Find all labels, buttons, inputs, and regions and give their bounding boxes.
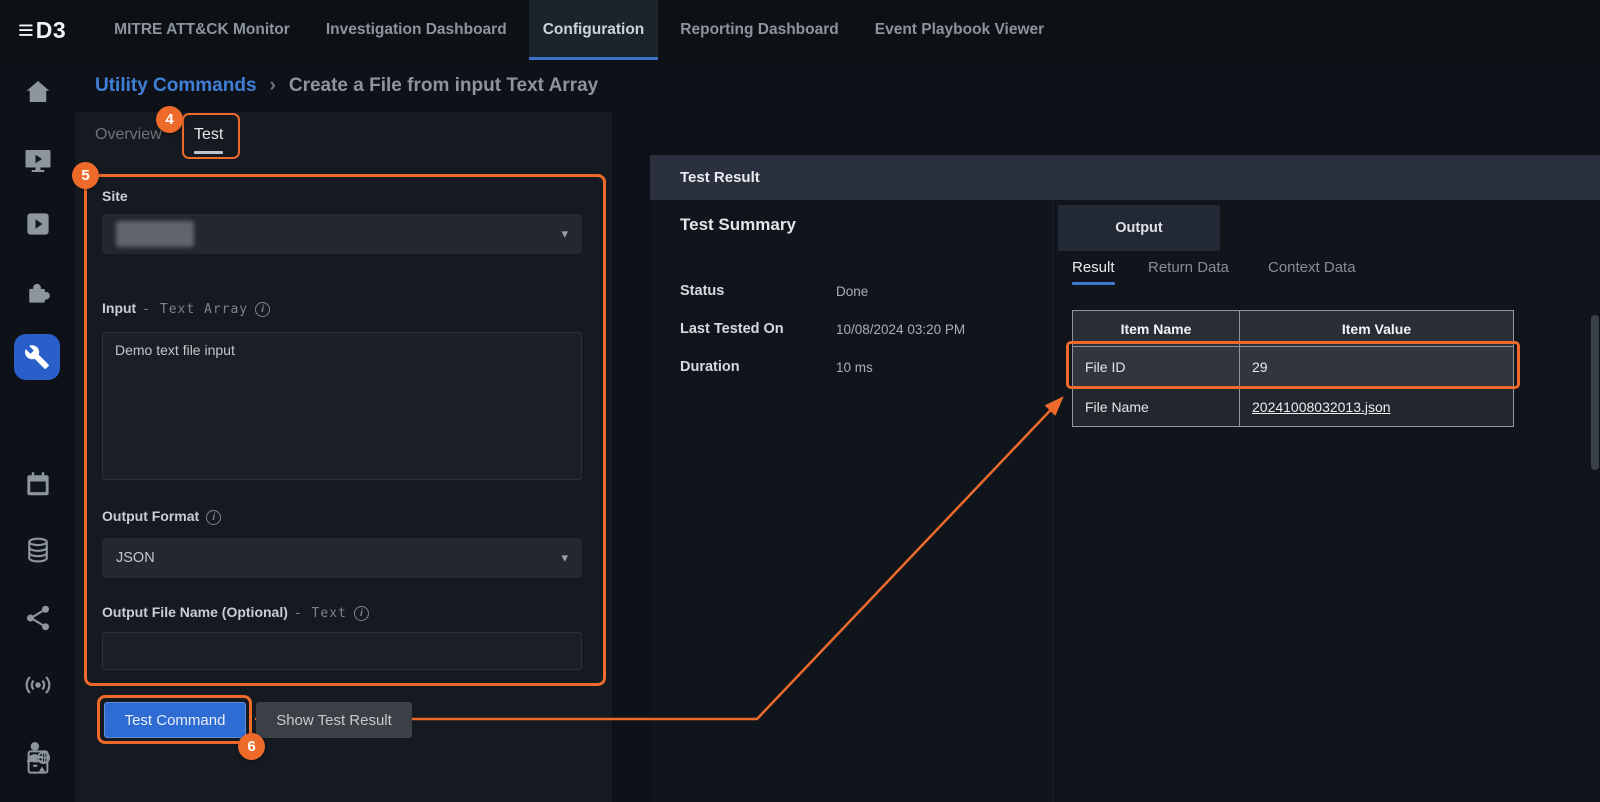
breadcrumb-chevron-icon: › [270, 75, 276, 97]
nav-configuration[interactable]: Configuration [529, 0, 659, 60]
reports-document-icon[interactable] [23, 747, 53, 777]
tab-test-label: Test [194, 126, 223, 143]
tab-return-data[interactable]: Return Data [1148, 259, 1229, 276]
annotation-step-5-badge: 5 [72, 162, 99, 189]
output-format-dropdown[interactable]: JSON ▾ [102, 538, 582, 578]
tab-test[interactable]: Test [194, 126, 223, 154]
site-field-label: Site [102, 188, 128, 204]
utility-tools-active-item[interactable] [14, 334, 60, 380]
d3-logo-text: D3 [36, 17, 66, 44]
nav-investigation-dashboard[interactable]: Investigation Dashboard [312, 0, 521, 60]
test-command-button[interactable]: Test Command [104, 702, 246, 738]
status-value: Done [836, 284, 868, 299]
input-textarea[interactable]: Demo text file input [102, 332, 582, 480]
database-icon[interactable] [23, 535, 53, 565]
top-nav: ≡ D3 MITRE ATT&CK Monitor Investigation … [0, 0, 1600, 60]
tab-result[interactable]: Result [1072, 259, 1115, 285]
page-title: Create a File from input Text Array [289, 75, 598, 97]
incident-monitor-icon[interactable] [23, 145, 53, 175]
last-tested-value: 10/08/2024 03:20 PM [836, 322, 965, 337]
tab-test-underline [194, 151, 223, 154]
annotation-step-4-badge: 4 [156, 106, 183, 133]
input-type-hint: - Text Array [142, 302, 248, 317]
tab-overview[interactable]: Overview [95, 126, 162, 144]
info-icon[interactable]: i [255, 302, 270, 317]
app-root: ≡ D3 MITRE ATT&CK Monitor Investigation … [0, 0, 1600, 802]
vertical-scrollbar[interactable] [1591, 315, 1599, 470]
table-cell-file-name-name: File Name [1073, 386, 1239, 426]
result-table: Item Name Item Value File ID 29 File Nam… [1072, 310, 1514, 427]
duration-value: 10 ms [836, 360, 873, 375]
annotation-step-6-badge: 6 [238, 733, 265, 760]
show-test-result-button[interactable]: Show Test Result [256, 702, 412, 738]
tab-result-label: Result [1072, 259, 1115, 276]
test-summary-title: Test Summary [680, 215, 796, 235]
tab-output[interactable]: Output [1058, 205, 1220, 251]
d3-logo[interactable]: ≡ D3 [18, 17, 66, 44]
output-file-name-label: Output File Name (Optional)- Texti [102, 604, 369, 621]
tab-result-underline [1072, 282, 1115, 285]
output-file-type-hint: - Text [294, 606, 347, 621]
last-tested-label: Last Tested On [680, 321, 784, 337]
broadcast-signal-icon[interactable] [23, 670, 53, 700]
test-result-title: Test Result [680, 169, 760, 186]
output-format-value: JSON [116, 550, 155, 566]
nav-event-playbook-viewer[interactable]: Event Playbook Viewer [861, 0, 1058, 60]
nav-mitre-attck-monitor[interactable]: MITRE ATT&CK Monitor [100, 0, 304, 60]
breadcrumb-utility-commands[interactable]: Utility Commands [95, 75, 257, 97]
info-icon[interactable]: i [354, 606, 369, 621]
breadcrumb: Utility Commands › Create a File from in… [75, 60, 1600, 112]
column-header-item-name: Item Name [1073, 311, 1239, 346]
panel-divider [1052, 200, 1053, 802]
tab-context-data[interactable]: Context Data [1268, 259, 1356, 276]
output-file-name-input[interactable] [102, 632, 582, 670]
site-selected-value-redacted [116, 221, 194, 247]
share-nodes-icon[interactable] [23, 603, 53, 633]
input-field-label: Input- Text Arrayi [102, 300, 270, 317]
table-cell-file-id-name: File ID [1073, 346, 1239, 386]
integrations-puzzle-icon[interactable] [23, 277, 53, 307]
playbook-player-icon[interactable] [23, 209, 53, 239]
chevron-down-icon: ▾ [561, 550, 568, 566]
column-header-item-value: Item Value [1239, 311, 1513, 346]
file-download-link[interactable]: 20241008032013.json [1252, 399, 1391, 415]
left-icon-sidebar [0, 60, 75, 802]
test-form-panel: Overview Test Site ▾ Input- Text Arrayi … [75, 112, 612, 802]
d3-logo-mark: ≡ [18, 17, 34, 44]
home-icon[interactable] [23, 77, 53, 107]
test-result-panel: Test Result Test Summary Status Done Las… [650, 155, 1600, 802]
output-format-label: Output Formati [102, 508, 221, 525]
test-result-header: Test Result [650, 155, 1600, 200]
schedule-calendar-icon[interactable] [23, 469, 53, 499]
chevron-down-icon: ▾ [561, 226, 568, 242]
site-dropdown[interactable]: ▾ [102, 214, 582, 254]
duration-label: Duration [680, 359, 740, 375]
status-label: Status [680, 283, 724, 299]
table-cell-file-id-value: 29 [1239, 346, 1513, 386]
table-cell-file-name-value: 20241008032013.json [1239, 386, 1513, 426]
info-icon[interactable]: i [206, 510, 221, 525]
wrench-icon [24, 344, 50, 370]
nav-reporting-dashboard[interactable]: Reporting Dashboard [666, 0, 852, 60]
